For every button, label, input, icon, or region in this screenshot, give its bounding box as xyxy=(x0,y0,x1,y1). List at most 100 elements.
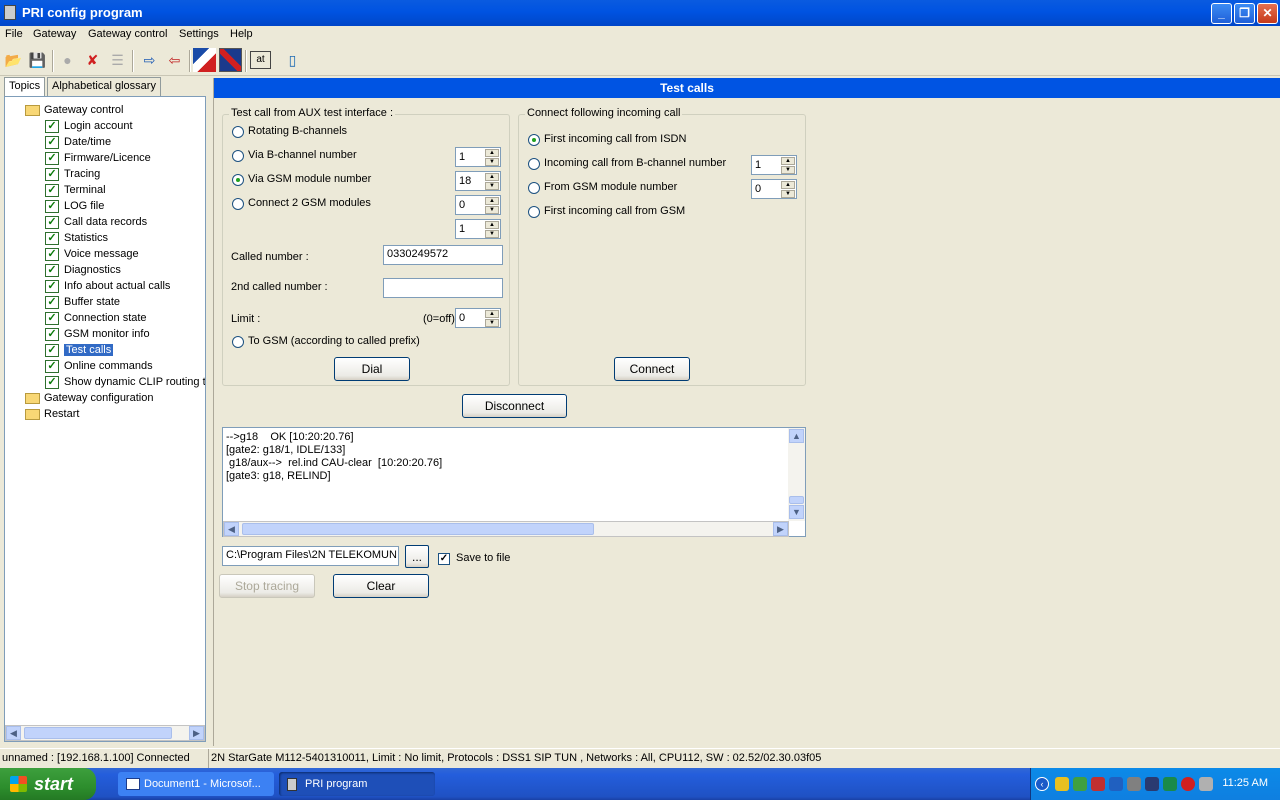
spin-up-icon[interactable]: ▲ xyxy=(485,173,499,181)
log-horizontal-scrollbar[interactable]: ◀ ▶ xyxy=(223,521,789,537)
save-icon[interactable]: 💾 xyxy=(26,48,49,72)
spin-up-icon[interactable]: ▲ xyxy=(781,157,795,165)
scroll-left-icon[interactable]: ◀ xyxy=(224,522,239,536)
menu-file[interactable]: File xyxy=(5,28,23,40)
tree-item[interactable]: ✓ Info about actual calls xyxy=(45,278,170,294)
browse-button[interactable]: ... xyxy=(405,545,429,568)
radio-to-gsm[interactable] xyxy=(232,336,244,348)
connect-gsm-a-stepper[interactable]: 0 ▲ ▼ xyxy=(455,195,501,215)
incoming-b-channel-stepper[interactable]: 1 ▲ ▼ xyxy=(751,155,797,175)
spin-down-icon[interactable]: ▼ xyxy=(485,230,499,238)
tree-item[interactable]: ✓ Statistics xyxy=(45,230,108,246)
tree-item[interactable]: ✓ Buffer state xyxy=(45,294,120,310)
scroll-thumb[interactable] xyxy=(242,523,594,535)
app-icon[interactable] xyxy=(4,5,16,20)
menu-settings[interactable]: Settings xyxy=(179,28,219,40)
incoming-gsm-module-stepper[interactable]: 0 ▲ ▼ xyxy=(751,179,797,199)
trace-log[interactable]: -->g18 OK [10:20:20.76] [gate2: g18/1, I… xyxy=(222,427,806,537)
scroll-thumb[interactable] xyxy=(789,496,804,504)
close-button[interactable]: ✕ xyxy=(1257,3,1278,24)
connection-icon[interactable] xyxy=(1109,777,1123,791)
tree-item[interactable]: ✓ Show dynamic CLIP routing t xyxy=(45,374,205,390)
tree-item[interactable]: ✓ Call data records xyxy=(45,214,147,230)
start-button[interactable]: start xyxy=(0,768,96,800)
b-channel-stepper[interactable]: 1 ▲ ▼ xyxy=(455,147,501,167)
scroll-up-icon[interactable]: ▲ xyxy=(789,429,804,443)
spin-up-icon[interactable]: ▲ xyxy=(485,197,499,205)
scroll-thumb[interactable] xyxy=(24,727,172,739)
menu-gateway[interactable]: Gateway xyxy=(33,28,76,40)
monitor-icon[interactable] xyxy=(1163,777,1177,791)
bluetooth-icon[interactable] xyxy=(1127,777,1141,791)
spin-down-icon[interactable]: ▼ xyxy=(485,158,499,166)
tree-node-restart[interactable]: Restart xyxy=(25,406,79,422)
scroll-left-icon[interactable]: ◀ xyxy=(6,726,21,740)
scroll-right-icon[interactable]: ▶ xyxy=(773,522,788,536)
terminal-icon[interactable]: at xyxy=(250,51,271,69)
security-icon[interactable] xyxy=(1181,777,1195,791)
spin-down-icon[interactable]: ▼ xyxy=(485,319,499,327)
minimize-button[interactable]: _ xyxy=(1211,3,1232,24)
antivirus-icon[interactable] xyxy=(1091,777,1105,791)
dial-button[interactable]: Dial xyxy=(334,357,410,381)
maximize-button[interactable]: ❐ xyxy=(1234,3,1255,24)
spin-down-icon[interactable]: ▼ xyxy=(781,190,795,198)
taskbar-item-document1[interactable]: Document1 - Microsof... xyxy=(118,772,274,796)
stop-tracing-button[interactable]: Stop tracing xyxy=(219,574,315,598)
clear-button[interactable]: Clear xyxy=(333,574,429,598)
tree-item[interactable]: ✓ Connection state xyxy=(45,310,147,326)
gsm-module-stepper[interactable]: 18 ▲ ▼ xyxy=(455,171,501,191)
scroll-right-icon[interactable]: ▶ xyxy=(189,726,204,740)
delete-icon[interactable]: ✘ xyxy=(81,48,104,72)
czech-flag-icon[interactable] xyxy=(193,48,216,72)
tree-item-selected[interactable]: ✓ Test calls xyxy=(45,342,114,358)
spin-down-icon[interactable]: ▼ xyxy=(781,166,795,174)
save-to-file-checkbox[interactable]: ✓ xyxy=(438,553,450,565)
phone-icon[interactable]: ▯ xyxy=(281,48,304,72)
spin-up-icon[interactable]: ▲ xyxy=(485,149,499,157)
volume-icon[interactable] xyxy=(1199,777,1213,791)
tree-node-gateway-configuration[interactable]: Gateway configuration xyxy=(25,390,153,406)
radio-rotating-b-channels[interactable] xyxy=(232,126,244,138)
spin-down-icon[interactable]: ▼ xyxy=(485,182,499,190)
tree-horizontal-scrollbar[interactable]: ◀ ▶ xyxy=(5,725,205,741)
tree-item[interactable]: ✓ Firmware/Licence xyxy=(45,150,151,166)
download-icon[interactable]: ⇦ xyxy=(163,48,186,72)
tab-topics[interactable]: Topics xyxy=(4,77,46,97)
radio-connect-2-gsm[interactable] xyxy=(232,198,244,210)
connect-gsm-b-stepper[interactable]: 1 ▲ ▼ xyxy=(455,219,501,239)
network-icon[interactable] xyxy=(1073,777,1087,791)
tree-item[interactable]: ✓ Diagnostics xyxy=(45,262,121,278)
list-icon[interactable]: ☰ xyxy=(106,48,129,72)
radio-first-isdn[interactable] xyxy=(528,134,540,146)
spin-up-icon[interactable]: ▲ xyxy=(485,221,499,229)
tree-item[interactable]: ✓ Tracing xyxy=(45,166,100,182)
radio-first-gsm[interactable] xyxy=(528,206,540,218)
called-number-input[interactable]: 0330249572 xyxy=(383,245,503,265)
radio-via-b-channel[interactable] xyxy=(232,150,244,162)
tab-alphabetical-glossary[interactable]: Alphabetical glossary xyxy=(47,77,161,96)
tree-node-gateway-control[interactable]: Gateway control xyxy=(25,102,123,118)
open-folder-icon[interactable]: 📂 xyxy=(2,48,25,72)
spin-up-icon[interactable]: ▲ xyxy=(485,310,499,318)
radio-from-gsm-module[interactable] xyxy=(528,182,540,194)
tree-item[interactable]: ✓ Terminal xyxy=(45,182,106,198)
tree-item[interactable]: ✓ Date/time xyxy=(45,134,111,150)
english-flag-icon[interactable] xyxy=(219,48,242,72)
radio-incoming-b-channel[interactable] xyxy=(528,158,540,170)
tool-icon[interactable] xyxy=(1145,777,1159,791)
tray-expand-icon[interactable]: ‹ xyxy=(1035,777,1049,791)
radio-via-gsm-module[interactable] xyxy=(232,174,244,186)
disconnect-button[interactable]: Disconnect xyxy=(462,394,567,418)
disconnect-icon[interactable]: ● xyxy=(56,48,79,72)
menu-gateway-control[interactable]: Gateway control xyxy=(88,28,167,40)
spin-down-icon[interactable]: ▼ xyxy=(485,206,499,214)
tree-item[interactable]: ✓ Login account xyxy=(45,118,133,134)
log-vertical-scrollbar[interactable]: ▲ ▼ xyxy=(788,428,805,521)
tree-item[interactable]: ✓ Online commands xyxy=(45,358,153,374)
connect-button[interactable]: Connect xyxy=(614,357,690,381)
scroll-down-icon[interactable]: ▼ xyxy=(789,505,804,519)
tree-item[interactable]: ✓ Voice message xyxy=(45,246,139,262)
tree-item[interactable]: ✓ GSM monitor info xyxy=(45,326,150,342)
spin-up-icon[interactable]: ▲ xyxy=(781,181,795,189)
